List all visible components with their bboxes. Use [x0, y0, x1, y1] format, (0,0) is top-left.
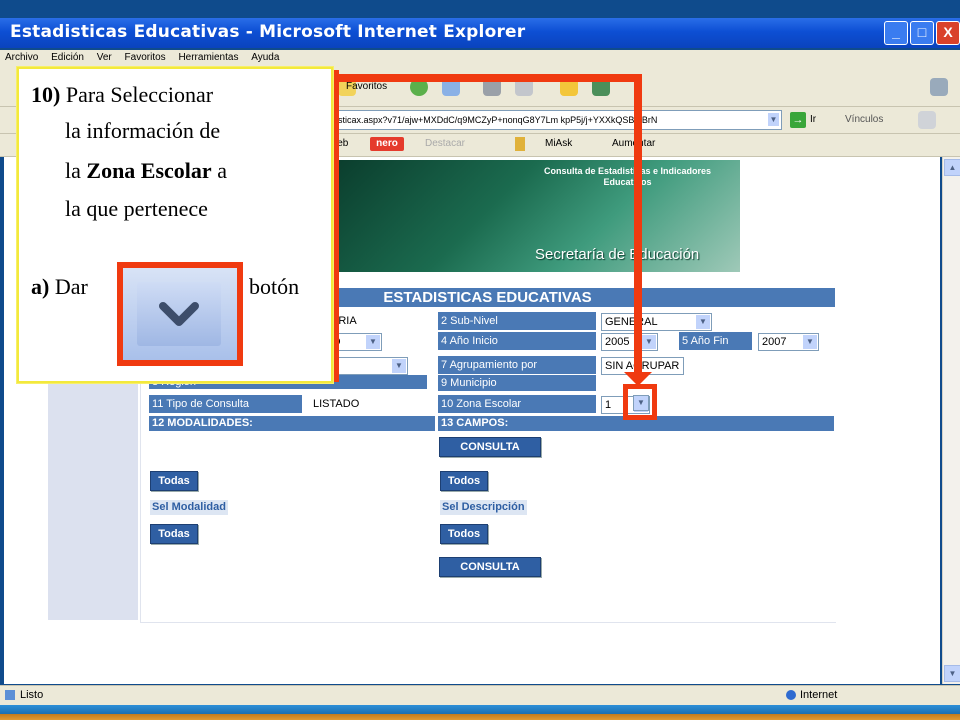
- menu-item-archivo[interactable]: Archivo: [0, 50, 43, 65]
- chevron-down-icon: [159, 302, 199, 326]
- tipo-consulta-value: LISTADO: [313, 398, 360, 410]
- agrupamiento-value: SIN AGRUPAR: [605, 360, 680, 372]
- callout-line-5: a) Dar: [31, 273, 88, 301]
- menu-bar: Archivo Edición Ver Favoritos Herramient…: [0, 50, 960, 68]
- todos-button-2[interactable]: Todos: [440, 524, 488, 544]
- anio-fin-select[interactable]: 2007 ▼: [758, 333, 819, 351]
- step-number: 10): [31, 82, 61, 107]
- close-button[interactable]: X: [936, 21, 960, 45]
- zona-escolar-highlight: ▼: [623, 384, 657, 420]
- internet-globe-icon: [786, 690, 796, 700]
- callout-text-6: botón: [249, 274, 300, 299]
- anio-inicio-value: 2005: [605, 336, 630, 348]
- menu-item-ayuda[interactable]: Ayuda: [246, 50, 284, 65]
- chevron-down-icon[interactable]: ▼: [803, 335, 817, 349]
- go-button-label[interactable]: Ir: [810, 114, 816, 125]
- highlight-button[interactable]: Destacar: [425, 138, 465, 149]
- page-icon: [5, 690, 15, 700]
- go-arrow-icon[interactable]: →: [790, 112, 806, 128]
- menu-item-edicion[interactable]: Edición: [46, 50, 89, 65]
- callout-line-4: la que pertenece: [65, 196, 208, 221]
- subnivel-label: 2 Sub-Nivel: [438, 312, 596, 330]
- callout-text-5: Dar: [54, 274, 88, 299]
- chevron-down-icon[interactable]: ▼: [696, 315, 710, 329]
- callout-text-1: Para Seleccionar: [65, 82, 214, 107]
- status-text: Listo: [20, 689, 44, 701]
- callout-text-3-post: a: [217, 158, 227, 183]
- menu-item-herramientas[interactable]: Herramientas: [173, 50, 243, 65]
- scroll-down-icon[interactable]: ▼: [944, 665, 960, 682]
- miask-button[interactable]: MiAsk: [545, 138, 572, 149]
- banner-heading: Consulta de Estadisticas e Indicadores E…: [543, 166, 712, 187]
- extra-tools-icon[interactable]: [918, 111, 936, 129]
- nero-button[interactable]: nero: [370, 137, 404, 151]
- chevron-down-icon[interactable]: ▼: [392, 359, 406, 373]
- header-banner: Consulta de Estadisticas e Indicadores E…: [330, 160, 740, 272]
- minimize-button[interactable]: _: [884, 21, 908, 45]
- menu-item-ver[interactable]: Ver: [92, 50, 117, 65]
- address-input[interactable]: adisticax.aspx?v71/ajw+MXDdC/q9MCZyP+non…: [325, 110, 782, 130]
- subnivel-value: GENERAL: [605, 316, 658, 328]
- municipio-label: 9 Municipio: [438, 375, 596, 391]
- zone-text: Internet: [800, 689, 838, 701]
- callout-line-2: la información de: [65, 118, 221, 143]
- agrupamiento-label: 7 Agrupamiento por: [438, 356, 596, 374]
- window-title: Estadisticas Educativas - Microsoft Inte…: [10, 22, 526, 42]
- title-bar: Estadisticas Educativas - Microsoft Inte…: [0, 18, 960, 48]
- maximize-button[interactable]: □: [910, 21, 934, 45]
- menu-item-favoritos[interactable]: Favoritos: [120, 50, 171, 65]
- sel-descripcion-label: Sel Descripción: [440, 500, 527, 515]
- modalidades-label: 12 MODALIDADES:: [149, 416, 435, 431]
- subnivel-select[interactable]: GENERAL ▼: [601, 313, 712, 331]
- bookmark-icon[interactable]: [515, 137, 525, 151]
- dropdown-button-face: [137, 282, 221, 346]
- todas-button[interactable]: Todas: [150, 471, 198, 491]
- anio-fin-value: 2007: [762, 336, 787, 348]
- dropdown-button-example: [117, 262, 243, 366]
- todas-button-2[interactable]: Todas: [150, 524, 198, 544]
- anio-fin-label: 5 Año Fin: [679, 332, 752, 350]
- chevron-down-icon[interactable]: ▼: [633, 395, 649, 411]
- consulta-button-bottom[interactable]: CONSULTA: [439, 557, 541, 577]
- anio-inicio-label: 4 Año Inicio: [438, 332, 596, 350]
- favorites-button[interactable]: Favoritos: [346, 81, 387, 92]
- callout-line-1: 10) Para Seleccionar: [31, 81, 213, 109]
- scroll-up-icon[interactable]: ▲: [944, 159, 960, 176]
- address-dropdown-icon[interactable]: ▼: [768, 113, 779, 126]
- chevron-down-icon[interactable]: ▼: [642, 335, 656, 349]
- callout-line-3: la Zona Escolar a: [65, 157, 227, 185]
- annotation-line-top: [330, 74, 642, 82]
- banner-secretaria: Secretaría de Educación: [535, 246, 700, 263]
- status-bar: Listo Internet: [0, 685, 960, 706]
- vertical-scrollbar[interactable]: ▲ ▼: [942, 157, 960, 684]
- windows-logo-icon: [930, 78, 948, 96]
- zona-escolar-value: 1: [605, 399, 612, 411]
- zona-escolar-label: 10 Zona Escolar: [438, 395, 596, 413]
- annotation-line-down: [634, 74, 642, 374]
- callout-text-3-pre: la: [65, 158, 81, 183]
- anio-inicio-select[interactable]: 2005 ▼: [601, 333, 658, 351]
- taskbar-stripe: [0, 705, 960, 720]
- todos-button[interactable]: Todos: [440, 471, 488, 491]
- substep-letter: a): [31, 274, 50, 299]
- consulta-button-top[interactable]: CONSULTA: [439, 437, 541, 457]
- sel-modalidad-label: Sel Modalidad: [150, 500, 228, 515]
- links-label[interactable]: Vínculos: [845, 114, 883, 125]
- tipo-consulta-label: 11 Tipo de Consulta: [149, 395, 302, 413]
- chevron-down-icon[interactable]: ▼: [366, 335, 380, 349]
- zona-escolar-term: Zona Escolar: [86, 158, 212, 183]
